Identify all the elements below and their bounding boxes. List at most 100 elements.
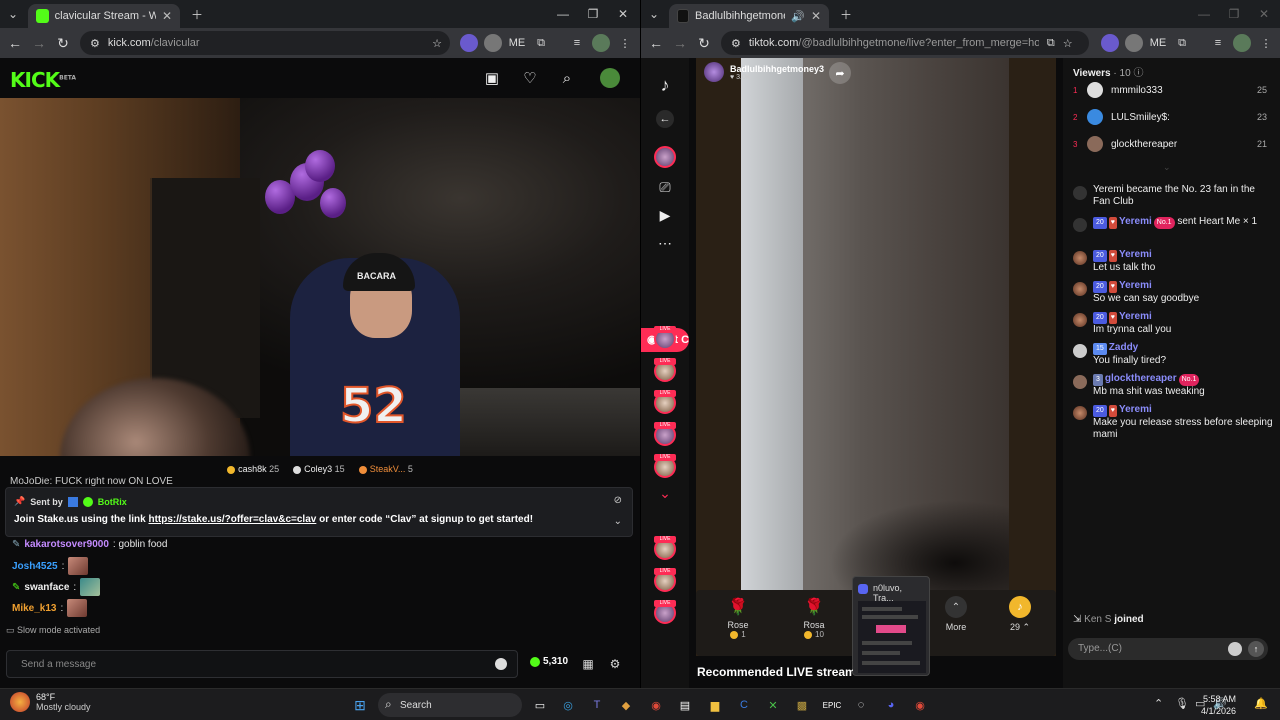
chat-username[interactable]: Yeremi	[1119, 311, 1152, 322]
back-arrow-icon[interactable]: ←	[656, 110, 674, 128]
kick-logo[interactable]: KICKBETA	[10, 68, 76, 92]
new-tab-icon[interactable]: ＋	[831, 0, 861, 28]
user-avatar[interactable]	[1073, 406, 1087, 420]
microphone-icon[interactable]: 🎙	[1175, 697, 1189, 710]
windows-start-icon[interactable]: ⊞	[350, 695, 370, 715]
host-info[interactable]: Badlulbihhgetmoney3 ♥ 3.0K	[704, 62, 824, 82]
profile-avatar[interactable]	[592, 34, 610, 52]
channel-points[interactable]: 5,310	[530, 656, 568, 667]
xbox-icon[interactable]: ✕	[763, 695, 783, 715]
tab-audio-icon[interactable]: 🔊	[791, 10, 805, 23]
chat-username[interactable]: Yeremi	[1119, 249, 1152, 260]
expand-chevron-icon[interactable]: ⌄	[654, 482, 676, 504]
notifications-icon[interactable]: 🔔	[1254, 697, 1268, 710]
teams-icon[interactable]: T	[587, 695, 607, 715]
forward-icon[interactable]: →	[29, 33, 49, 53]
chat-input[interactable]: Send a message	[6, 650, 518, 678]
store-icon[interactable]: ▤	[675, 695, 695, 715]
url-bar[interactable]: ⚙ tiktok.com/@badlulbihhgetmone/live?ent…	[721, 31, 1089, 55]
new-tab-icon[interactable]: ＋	[182, 0, 212, 28]
user-avatar[interactable]	[1073, 313, 1087, 327]
extension-cloud-icon[interactable]	[484, 34, 502, 52]
extension-cloud-icon[interactable]	[1125, 34, 1143, 52]
emoji-picker-icon[interactable]	[495, 658, 507, 670]
share-icon[interactable]: ➦	[829, 62, 851, 84]
tab-search-icon[interactable]: ⌄	[643, 0, 665, 28]
tab-search-icon[interactable]: ⌄	[2, 0, 24, 28]
user-avatar[interactable]	[1073, 375, 1087, 389]
back-icon[interactable]: ←	[646, 33, 666, 53]
discord-preview-popup[interactable]: n0luvo, Tra...	[852, 576, 930, 676]
more-dots-icon[interactable]: ⋯	[654, 232, 676, 254]
chat-username[interactable]: Josh4525	[12, 561, 58, 572]
close-window-icon[interactable]: ✕	[608, 0, 638, 28]
stream-video[interactable]: BACARA 52 mWo	[0, 98, 640, 456]
chrome-icon[interactable]: ◉	[910, 695, 930, 715]
bookmark-star-icon[interactable]: ☆	[432, 37, 442, 50]
profile-avatar[interactable]	[1233, 34, 1251, 52]
user-avatar[interactable]	[1073, 344, 1087, 358]
send-arrow-icon[interactable]: ↑	[1248, 641, 1264, 657]
menu-kebab-icon[interactable]: ⋮	[616, 34, 634, 52]
site-info-icon[interactable]: ⚙	[731, 37, 741, 50]
chat-username[interactable]: Mike_k13	[12, 603, 56, 614]
tiktok-logo-icon[interactable]: ♪	[654, 74, 676, 96]
chat-username[interactable]: Yeremi	[1119, 280, 1152, 291]
back-icon[interactable]: ←	[5, 33, 25, 53]
extension-me-icon[interactable]: ME	[1149, 34, 1167, 52]
media-controls-icon[interactable]: ≡	[1209, 34, 1227, 52]
weather-widget[interactable]: 68°F Mostly cloudy	[10, 692, 91, 712]
host-name[interactable]: Badlulbihhgetmoney3	[730, 64, 824, 74]
maximize-icon[interactable]: ❐	[1219, 0, 1249, 28]
close-window-icon[interactable]: ✕	[1249, 0, 1279, 28]
top-viewer-row[interactable]: 1 mmmilo333 25	[1073, 82, 1267, 98]
user-avatar[interactable]	[1073, 251, 1087, 265]
gift-icon[interactable]: ▦	[580, 656, 596, 672]
chat-username[interactable]: swanface	[24, 582, 69, 593]
more-gifts-button[interactable]: ⌃ More	[932, 596, 980, 632]
extension-me-icon[interactable]: ME	[508, 34, 526, 52]
hide-pinned-icon[interactable]: ⊘	[614, 495, 622, 506]
site-info-icon[interactable]: ⚙	[90, 37, 100, 50]
following-icon[interactable]: ▣	[482, 68, 502, 88]
explore-icon[interactable]: ▶	[654, 204, 676, 226]
pinned-link[interactable]: https://stake.us/?offer=clav&c=clav	[148, 514, 316, 525]
url-bar[interactable]: ⚙ kick.com/clavicular ☆	[80, 31, 450, 55]
info-icon[interactable]: ⓘ	[1133, 68, 1143, 79]
bookmark-star-icon[interactable]: ☆	[1063, 37, 1073, 50]
tab-tiktok[interactable]: Badlulbihhgetmoney3 (@b 🔊 ✕	[669, 4, 829, 28]
rail-avatar[interactable]	[654, 146, 676, 168]
bot-name[interactable]: BotRix	[98, 497, 127, 507]
minimize-icon[interactable]: —	[548, 0, 578, 28]
video-camera-icon[interactable]: ⎚	[654, 176, 676, 198]
gift-rosa[interactable]: 🌹 Rosa 10	[790, 596, 838, 639]
reload-icon[interactable]: ↻	[53, 33, 73, 53]
extensions-puzzle-icon[interactable]: ⧉	[532, 34, 550, 52]
tray-chevron-icon[interactable]: ⌃	[1154, 697, 1163, 710]
gift-rose[interactable]: 🌹 Rose 1	[714, 596, 762, 639]
chat-username[interactable]: glockthereaper	[1105, 373, 1177, 384]
maximize-icon[interactable]: ❐	[578, 0, 608, 28]
chat-username[interactable]: Yeremi	[1119, 216, 1152, 227]
supporter-2[interactable]: Coley3 15	[293, 464, 345, 474]
chat-settings-icon[interactable]: ⚙	[607, 656, 623, 672]
app-icon[interactable]: ▩	[792, 695, 812, 715]
top-viewer-row[interactable]: 2 LULSmiiley$: 23	[1073, 109, 1267, 125]
open-external-icon[interactable]: ⧉	[1047, 37, 1055, 50]
extension-icon[interactable]	[1101, 34, 1119, 52]
task-view-icon[interactable]: ▭	[530, 695, 550, 715]
chat-username[interactable]: Zaddy	[1109, 342, 1138, 353]
reload-icon[interactable]: ↻	[694, 33, 714, 53]
chat-username[interactable]: Yeremi	[1119, 404, 1152, 415]
live-video[interactable]	[741, 58, 1009, 590]
edge-icon[interactable]: ◎	[558, 695, 578, 715]
expand-chevron-icon[interactable]: ⌄	[614, 516, 622, 527]
media-controls-icon[interactable]: ≡	[568, 34, 586, 52]
tab-close-icon[interactable]: ✕	[162, 9, 172, 23]
menu-kebab-icon[interactable]: ⋮	[1257, 34, 1275, 52]
discord-icon[interactable]: ◕	[881, 695, 901, 715]
heart-icon[interactable]: ♡	[520, 68, 540, 88]
epic-games-icon[interactable]: EPIC	[822, 695, 842, 715]
expand-chevron-icon[interactable]: ⌄	[1163, 162, 1171, 173]
user-avatar[interactable]	[1073, 282, 1087, 296]
